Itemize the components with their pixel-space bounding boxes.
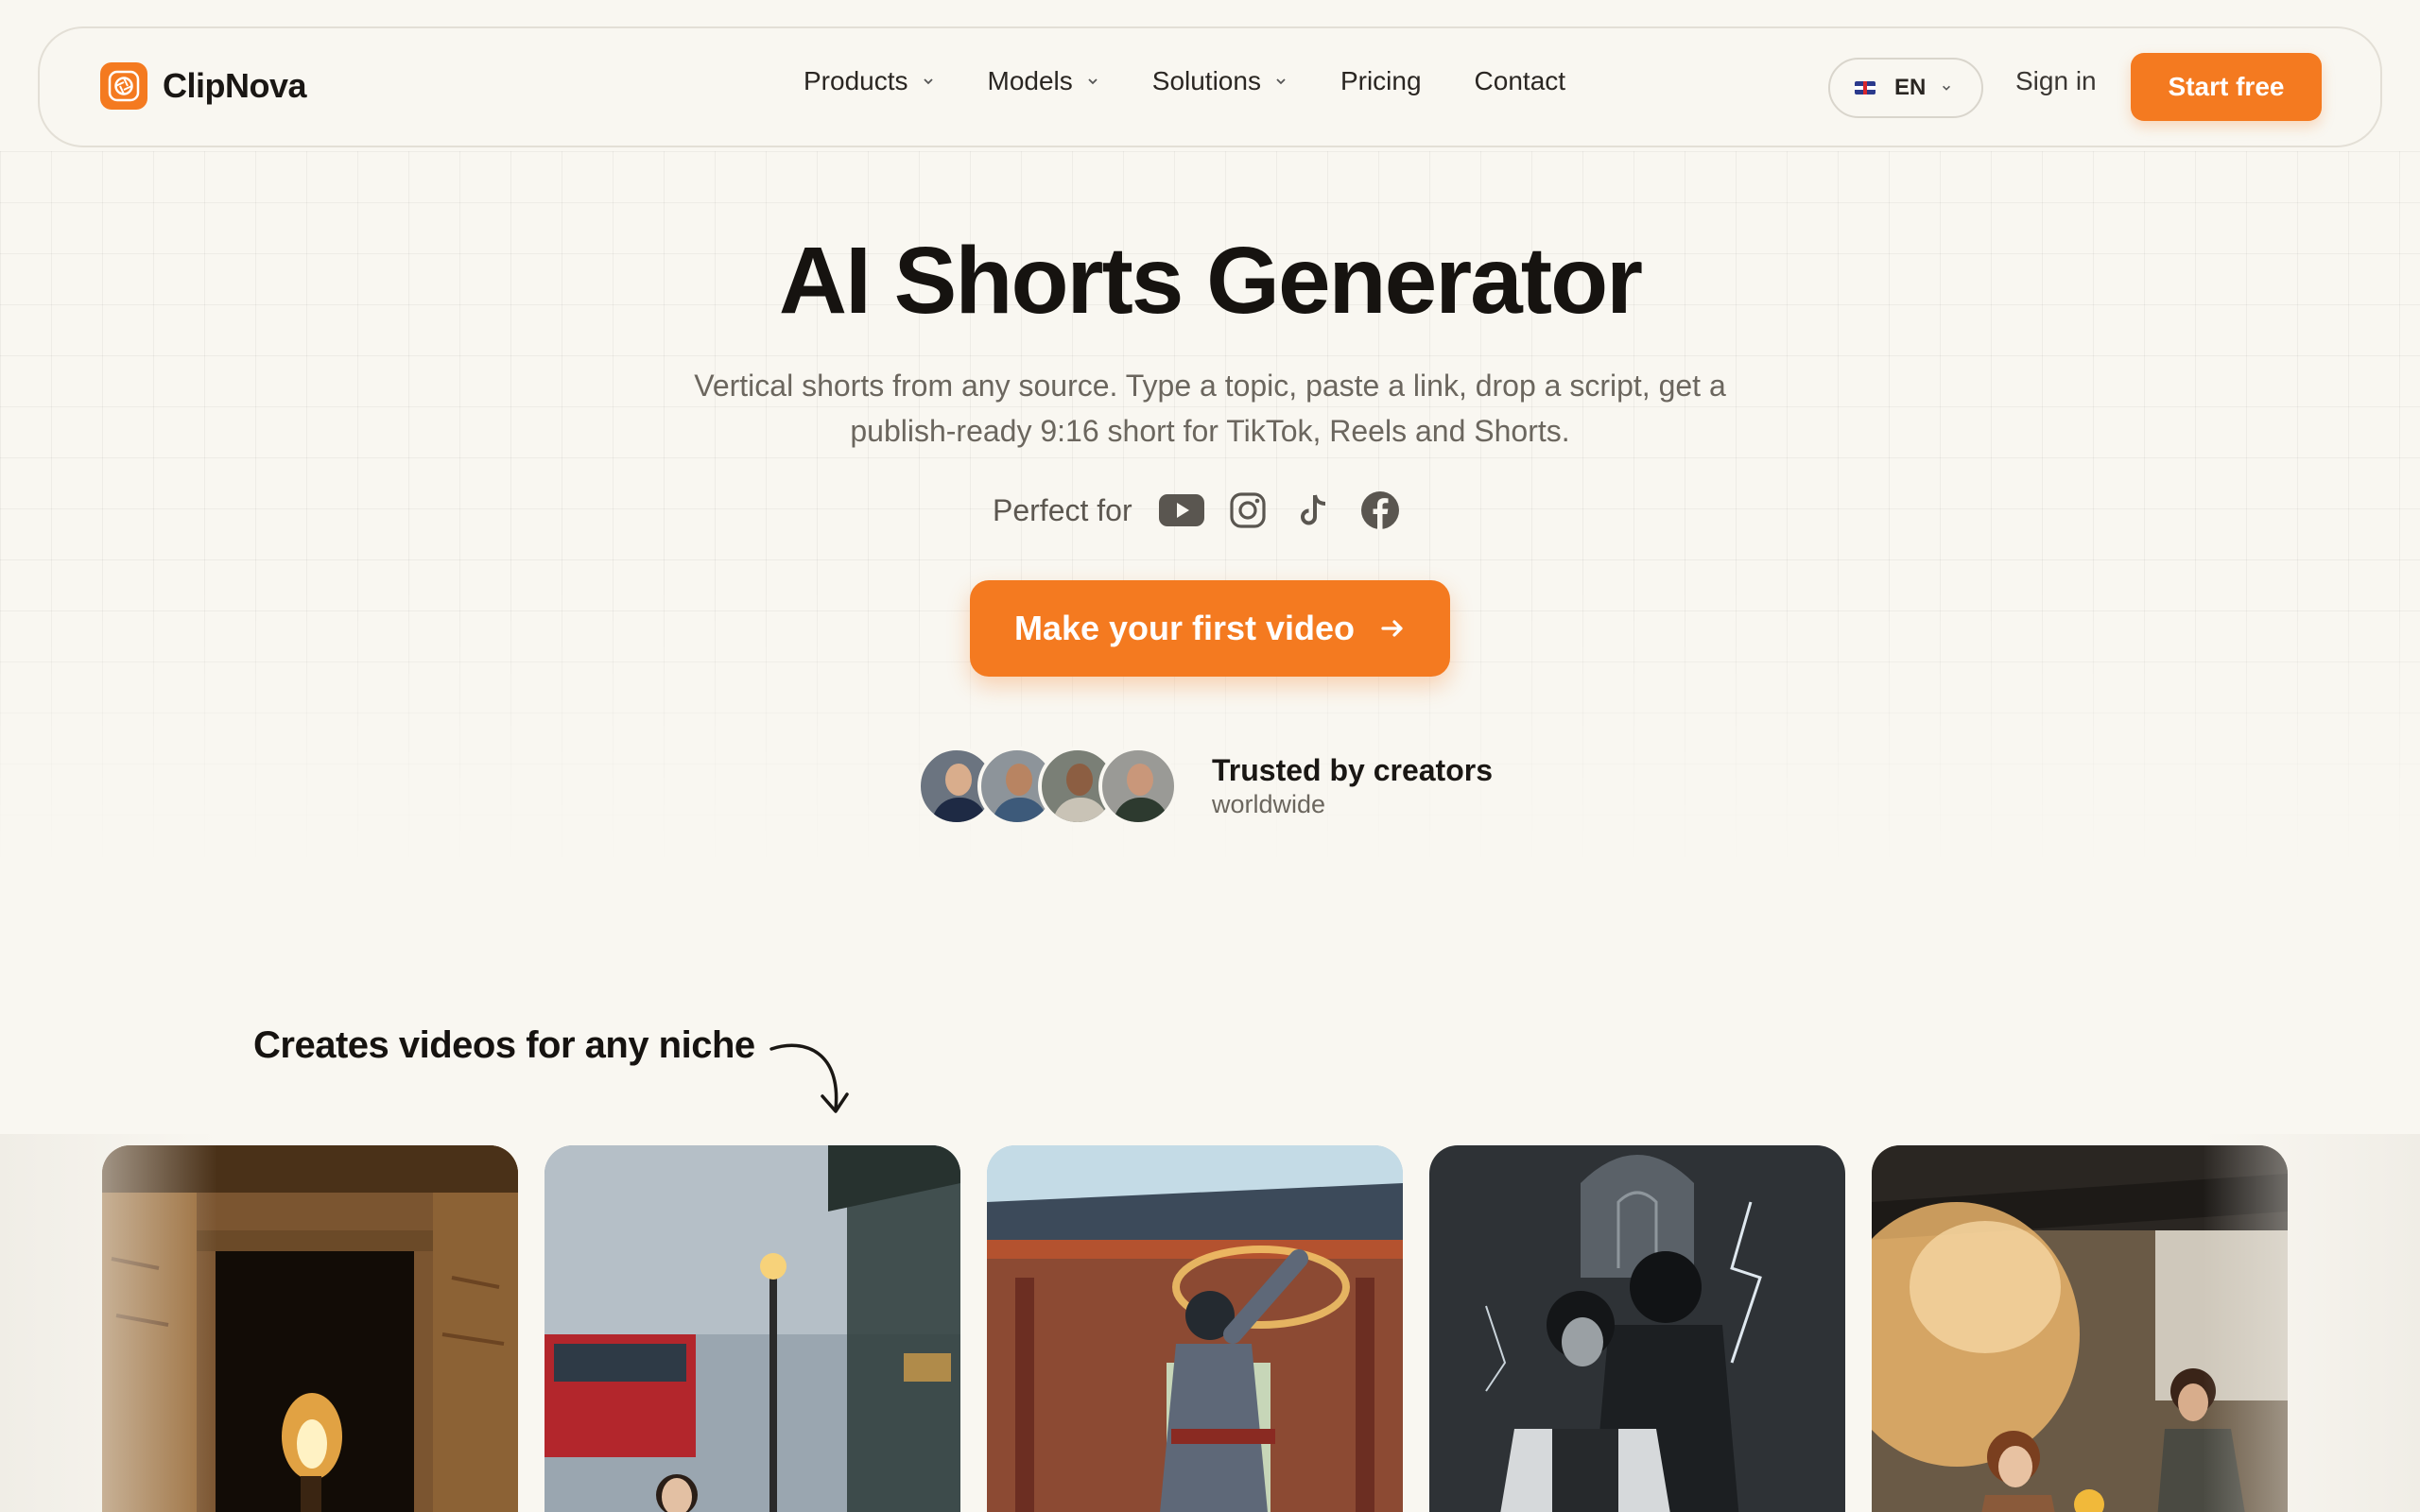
menu-item-models[interactable]: Models [988,66,1099,96]
menu-item-label: Solutions [1151,66,1261,95]
perfect-for-label: Perfect for [993,492,1132,527]
video-card-tomb-torch[interactable] [102,1145,518,1512]
uk-flag-icon [1855,81,1876,94]
logo-aperture-icon [100,62,147,110]
niche-video-carousel [0,1134,2420,1512]
hero-title: AI Shorts Generator [778,228,1643,334]
menu-item-products[interactable]: Products [804,66,935,96]
menu-item-label: Models [987,66,1073,95]
menu-item-pricing[interactable]: Pricing [1340,66,1422,96]
sign-in-link[interactable]: Sign in [2015,66,2097,96]
language-selector[interactable]: EN [1828,58,1983,118]
chevron-down-icon [1088,78,1098,85]
video-card-gothic-fantasy[interactable] [1429,1145,1845,1512]
menu-item-contact[interactable]: Contact [1475,66,1566,96]
trust-subtitle: worldwide [1212,790,1326,818]
start-free-button[interactable]: Start free [2131,53,2322,121]
language-code: EN [1894,75,1927,100]
niche-section-title: Creates videos for any niche [253,1024,755,1066]
chevron-down-icon [1276,78,1286,85]
avatar [1098,747,1178,826]
trust-title: Trusted by creators [1212,753,1493,787]
top-navbar: ClipNova Products Models Solutions Prici… [38,26,2382,147]
trust-badge: Trusted by creators worldwide [917,747,1493,826]
menu-item-label: Pricing [1340,66,1422,95]
video-card-steam-station[interactable] [1872,1145,2288,1512]
menu-item-solutions[interactable]: Solutions [1152,66,1288,96]
youtube-icon [1158,488,1204,533]
video-card-anime-temple[interactable] [987,1145,1403,1512]
creator-avatars [917,747,1178,826]
menu-item-label: Products [804,66,908,95]
main-menu: Products Models Solutions Pricing Contac… [804,66,1565,96]
curved-arrow-icon [769,1043,849,1113]
arrow-right-icon [1381,620,1403,637]
brand-logo[interactable]: ClipNova [100,62,307,110]
make-first-video-button[interactable]: Make your first video [970,580,1450,677]
hero-subtitle: Vertical shorts from any source. Type a … [694,369,1726,448]
brand-name: ClipNova [163,66,307,105]
facebook-icon [1357,488,1403,533]
chevron-down-icon [923,78,933,85]
tiktok-icon [1291,488,1337,533]
cta-label: Make your first video [1013,609,1356,647]
video-card-rainy-street[interactable] [544,1145,960,1512]
instagram-icon [1225,488,1270,533]
menu-item-label: Contact [1474,66,1566,95]
perfect-for-row: Perfect for [993,488,1424,533]
chevron-down-icon [1943,85,1951,91]
